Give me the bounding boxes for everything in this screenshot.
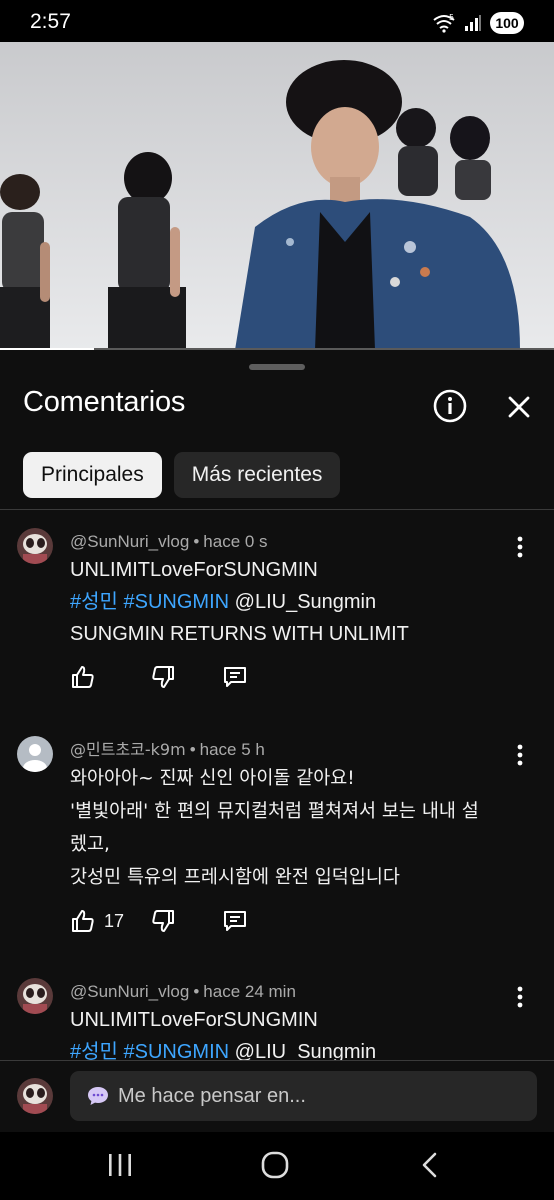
comment-author[interactable]: @SunNuri_vlog [70,982,189,1001]
comment-time: hace 5 h [199,740,265,759]
hashtag-link[interactable]: #성민 [70,1041,118,1060]
comment-author[interactable]: @SunNuri_vlog [70,532,189,551]
comment-actions [70,650,484,706]
comment-tags-line: #성민 #SUNGMIN @LIU_Sungmin [70,1036,484,1060]
video-frame [0,42,554,350]
avatar[interactable] [17,528,53,564]
dislike-icon[interactable] [150,908,176,934]
video-progress-fill [0,348,95,350]
speech-bubble-icon [88,1087,108,1105]
comment-text-line: '별빛아래' 한 편의 뮤지컬처럼 펼쳐져서 보는 내내 설 [70,801,479,822]
more-options-icon[interactable] [508,984,532,1010]
chip-principales[interactable]: Principales [23,452,162,498]
status-icons: 5 100 [432,12,524,34]
mention-text: @LIU_Sungmin [234,591,377,613]
mention-text: @LIU_Sungmin [234,1041,377,1060]
comment-tags-line: #성민 #SUNGMIN @LIU_Sungmin [70,586,484,618]
back-icon[interactable] [418,1150,442,1180]
divider [0,509,554,510]
like-icon[interactable] [70,664,96,690]
sheet-title: Comentarios [23,386,186,418]
signal-icon [465,15,481,31]
more-options-icon[interactable] [508,534,532,560]
comment-text-line: UNLIMITLoveForSUNGMIN [70,559,318,581]
comment-input-bar: Me hace pensar en... [0,1060,554,1132]
battery-indicator: 100 [490,12,524,34]
comment-meta: @SunNuri_vlog • hace 24 min [70,982,296,1001]
comment-meta: @SunNuri_vlog • hace 0 s [70,532,268,551]
comment-author[interactable]: @민트초코-k9m [70,740,186,759]
filter-chips: Principales Más recientes [23,452,341,498]
avatar[interactable] [17,978,53,1014]
comment-item: @민트초코-k9m • hace 5 h 와아아아~ 진짜 신인 아이돌 같아요! … [0,736,554,978]
info-icon[interactable] [432,388,468,424]
hashtag-link[interactable]: #성민 [70,591,118,613]
video-progress-bar[interactable] [0,348,554,350]
video-player[interactable] [0,42,554,350]
more-options-icon[interactable] [508,742,532,768]
like-count: 17 [104,910,125,931]
user-avatar[interactable] [17,1078,53,1114]
chip-mas-recientes[interactable]: Más recientes [173,452,341,498]
comment-item: @SunNuri_vlog • hace 0 s UNLIMITLoveForSUN… [0,528,554,736]
svg-text:5: 5 [449,13,454,22]
comment-input-placeholder: Me hace pensar en... [118,1084,306,1107]
drag-handle[interactable] [249,364,305,370]
wifi-icon: 5 [433,13,455,33]
comment-text-line: 와아아아~ 진짜 신인 아이돌 같아요! [70,768,355,789]
comment-text-line: UNLIMITLoveForSUNGMIN [70,1009,318,1031]
comment-time: hace 24 min [203,982,296,1001]
recent-apps-icon[interactable] [106,1150,134,1180]
comment-meta: @민트초코-k9m • hace 5 h [70,740,265,759]
like-button[interactable]: 17 [70,908,124,934]
home-icon[interactable] [260,1150,290,1180]
reply-icon[interactable] [222,908,248,934]
comment-item: @SunNuri_vlog • hace 24 min UNLIMITLoveFor… [0,978,554,1060]
status-time: 2:57 [30,10,71,33]
comment-text-line: 렜고, [70,834,110,855]
reply-icon[interactable] [222,664,248,690]
hashtag-link[interactable]: #SUNGMIN [124,1041,230,1060]
comment-time: hace 0 s [203,532,268,551]
dislike-icon[interactable] [150,664,176,690]
comment-text-line: SUNGMIN RETURNS WITH UNLIMIT [70,623,409,645]
comments-list: @SunNuri_vlog • hace 0 s UNLIMITLoveForSUN… [0,528,554,1060]
like-icon [72,910,94,932]
comment-actions: 17 [70,894,484,950]
system-nav-bar [0,1132,554,1200]
comments-sheet: Comentarios Principales Más recientes @S… [0,352,554,1132]
comment-input[interactable]: Me hace pensar en... [70,1071,537,1121]
comment-text-line: 갓성민 특유의 프레시함에 완전 입덕입니다 [70,867,400,888]
avatar[interactable] [17,736,53,772]
hashtag-link[interactable]: #SUNGMIN [124,591,230,613]
close-icon[interactable] [502,390,536,424]
status-bar: 2:57 5 100 [0,0,554,42]
